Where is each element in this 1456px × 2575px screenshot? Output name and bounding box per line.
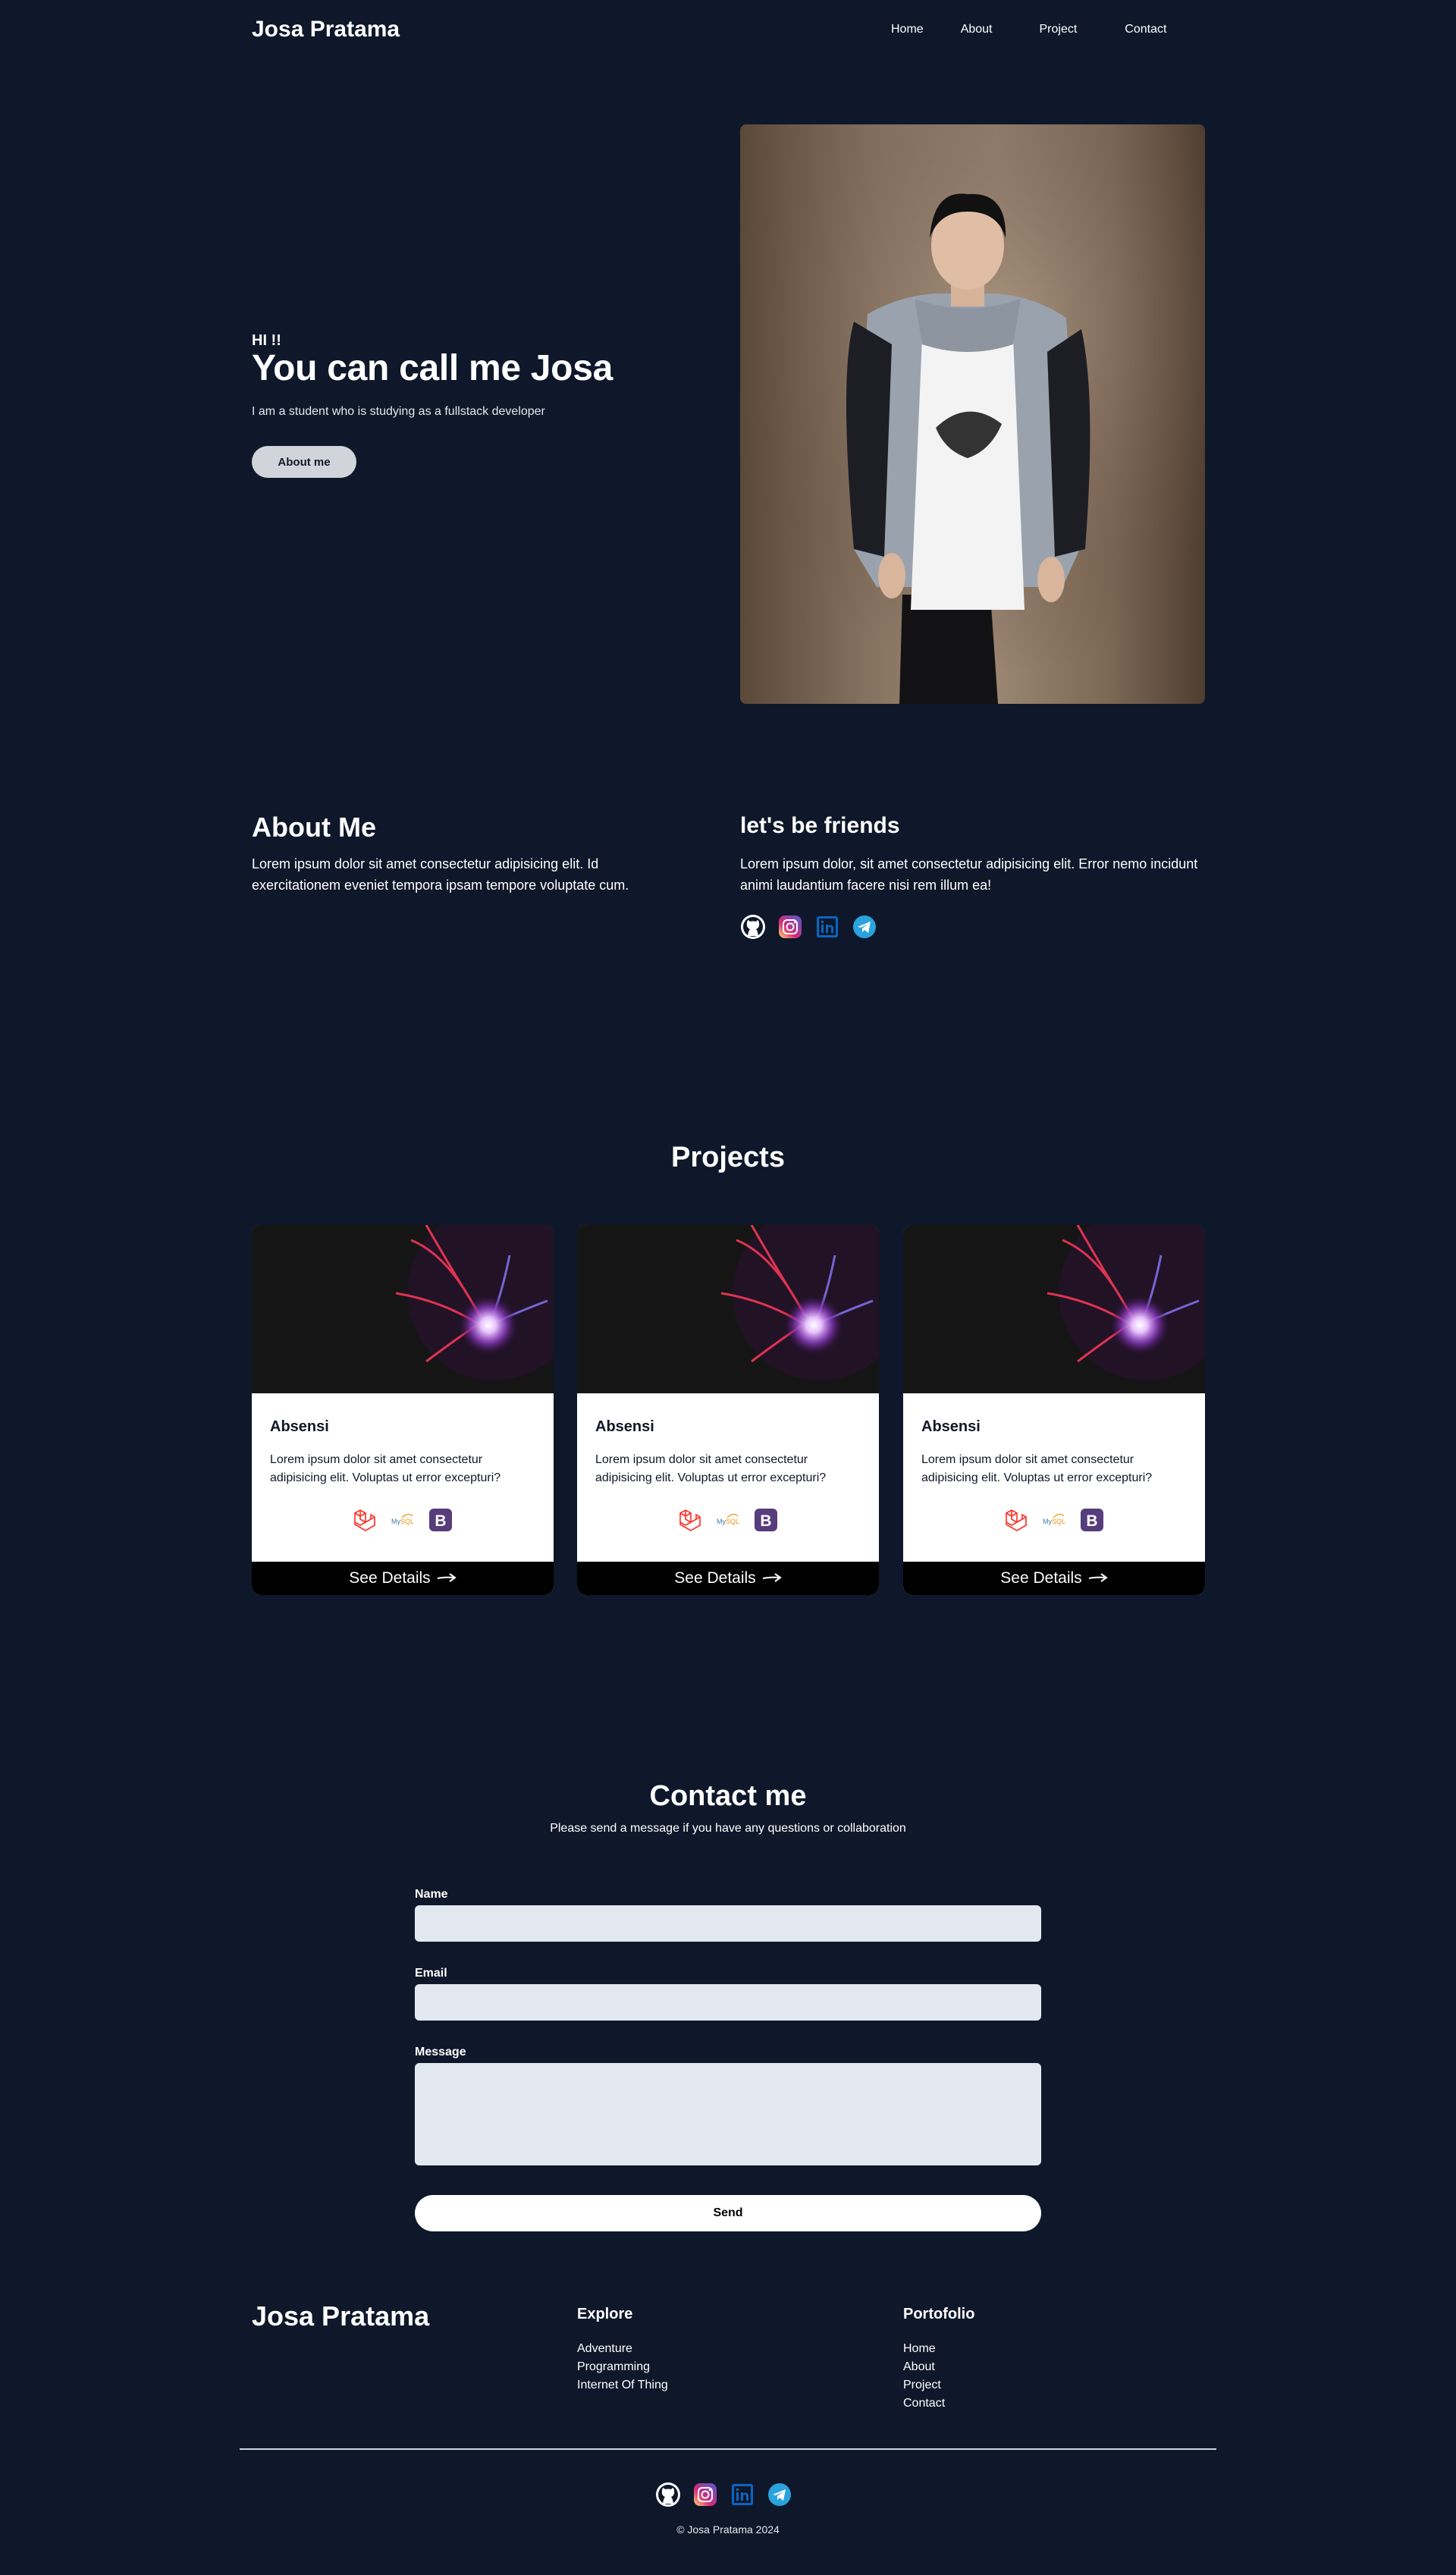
svg-text:SQL: SQL — [726, 1518, 739, 1525]
name-label: Name — [415, 1888, 448, 1901]
project-image — [903, 1225, 1205, 1393]
bootstrap-icon: B — [753, 1507, 779, 1533]
see-details-button[interactable]: See Details — [903, 1562, 1205, 1595]
see-details-label: See Details — [674, 1569, 756, 1587]
footer-social-links — [655, 2482, 792, 2507]
footer-link-about[interactable]: About — [903, 2358, 945, 2376]
svg-text:My: My — [391, 1518, 400, 1525]
see-details-button[interactable]: See Details — [577, 1562, 879, 1595]
arrow-right-icon — [762, 1569, 782, 1587]
nav-about[interactable]: About — [961, 23, 993, 36]
hero-headline: You can call me Josa — [252, 348, 613, 388]
mysql-icon: My SQL — [1041, 1507, 1067, 1533]
laravel-icon — [677, 1507, 703, 1533]
name-field[interactable] — [415, 1905, 1041, 1942]
nav-home[interactable]: Home — [891, 23, 924, 36]
svg-text:B: B — [435, 1512, 446, 1530]
hero-subtitle: I am a student who is studying as a full… — [252, 405, 545, 418]
about-text: Lorem ipsum dolor sit amet consectetur a… — [252, 856, 629, 893]
see-details-label: See Details — [1000, 1569, 1082, 1587]
footer-link-project[interactable]: Project — [903, 2376, 945, 2394]
footer-divider — [240, 2448, 1216, 2450]
tech-stack: My SQL B — [577, 1507, 879, 1533]
svg-text:B: B — [760, 1512, 771, 1530]
tech-stack: My SQL B — [252, 1507, 554, 1533]
svg-text:SQL: SQL — [400, 1518, 414, 1525]
send-button[interactable]: Send — [415, 2195, 1041, 2231]
social-links — [740, 914, 877, 940]
project-image — [577, 1225, 879, 1393]
copyright: © Josa Pratama 2024 — [676, 2523, 780, 2536]
footer-link-iot[interactable]: Internet Of Thing — [577, 2376, 668, 2394]
svg-text:B: B — [1086, 1512, 1097, 1530]
projects-title: Projects — [671, 1141, 785, 1173]
email-field[interactable] — [415, 1984, 1041, 2021]
bootstrap-icon: B — [1079, 1507, 1105, 1533]
project-description: Lorem ipsum dolor sit amet consectetur a… — [595, 1453, 827, 1484]
instagram-icon[interactable] — [777, 914, 803, 940]
top-nav: Home About Project Contact — [872, 23, 1166, 36]
footer-link-contact[interactable]: Contact — [903, 2394, 945, 2413]
nav-project[interactable]: Project — [1040, 23, 1078, 36]
footer-link-home[interactable]: Home — [903, 2340, 945, 2358]
friends-title: let's be friends — [740, 813, 900, 838]
telegram-icon[interactable] — [767, 2482, 792, 2507]
project-image — [252, 1225, 554, 1393]
friends-text: Lorem ipsum dolor, sit amet consectetur … — [740, 856, 1198, 893]
nav-contact[interactable]: Contact — [1125, 23, 1166, 36]
svg-text:My: My — [717, 1518, 726, 1525]
footer-portfolio-list: Home About Project Contact — [903, 2340, 945, 2413]
telegram-icon[interactable] — [852, 914, 877, 940]
tech-stack: My SQL B — [903, 1507, 1205, 1533]
project-description: Lorem ipsum dolor sit amet consectetur a… — [921, 1453, 1153, 1484]
project-title: Absensi — [595, 1418, 654, 1435]
see-details-label: See Details — [349, 1569, 431, 1587]
project-description: Lorem ipsum dolor sit amet consectetur a… — [270, 1453, 501, 1484]
contact-subtitle: Please send a message if you have any qu… — [550, 1822, 906, 1835]
project-card: Absensi Lorem ipsum dolor sit amet conse… — [252, 1225, 554, 1595]
about-me-button[interactable]: About me — [252, 446, 356, 478]
message-label: Message — [415, 2046, 466, 2058]
site-brand[interactable]: Josa Pratama — [252, 17, 400, 42]
footer-explore-title: Explore — [577, 2306, 633, 2322]
instagram-icon[interactable] — [692, 2482, 718, 2507]
linkedin-icon[interactable] — [814, 914, 840, 940]
svg-text:My: My — [1043, 1518, 1052, 1525]
bootstrap-icon: B — [428, 1507, 453, 1533]
arrow-right-icon — [1088, 1569, 1108, 1587]
footer-link-adventure[interactable]: Adventure — [577, 2340, 668, 2358]
footer-brand: Josa Pratama — [252, 2300, 430, 2332]
see-details-button[interactable]: See Details — [252, 1562, 554, 1595]
about-title: About Me — [252, 812, 376, 843]
linkedin-icon[interactable] — [730, 2482, 755, 2507]
message-field[interactable] — [415, 2063, 1041, 2165]
project-title: Absensi — [921, 1418, 981, 1435]
mysql-icon: My SQL — [715, 1507, 741, 1533]
laravel-icon — [1003, 1507, 1029, 1533]
footer-portfolio-title: Portofolio — [903, 2306, 975, 2322]
project-card: Absensi Lorem ipsum dolor sit amet conse… — [903, 1225, 1205, 1595]
github-icon[interactable] — [655, 2482, 681, 2507]
project-title: Absensi — [270, 1418, 329, 1435]
project-card: Absensi Lorem ipsum dolor sit amet conse… — [577, 1225, 879, 1595]
profile-photo — [740, 124, 1205, 704]
contact-title: Contact me — [649, 1780, 807, 1812]
github-icon[interactable] — [740, 914, 766, 940]
svg-text:SQL: SQL — [1052, 1518, 1065, 1525]
mysql-icon: My SQL — [390, 1507, 416, 1533]
email-label: Email — [415, 1967, 447, 1980]
laravel-icon — [352, 1507, 378, 1533]
footer-link-programming[interactable]: Programming — [577, 2358, 668, 2376]
footer-explore-list: Adventure Programming Internet Of Thing — [577, 2340, 668, 2394]
arrow-right-icon — [437, 1569, 457, 1587]
